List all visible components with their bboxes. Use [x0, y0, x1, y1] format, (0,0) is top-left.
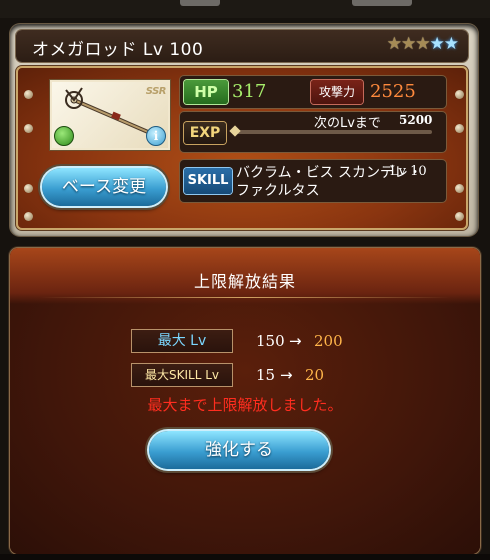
uncap-stars: ★★★★★	[386, 34, 459, 54]
max-lv-old: 150	[256, 332, 285, 350]
max-skill-label: 最大SKILL Lv	[132, 364, 232, 386]
star-gold-icon: ★	[386, 34, 402, 54]
rivet-icon	[455, 212, 464, 221]
info-icon[interactable]: i	[146, 126, 166, 146]
max-skill-new: 20	[305, 366, 325, 384]
exp-caption: 次のLvまで	[314, 116, 381, 131]
max-skill-old: 15	[256, 366, 276, 384]
star-blue-icon: ★	[443, 34, 459, 54]
enhance-button[interactable]: 強化する	[149, 431, 329, 469]
max-lv-label: 最大 Lv	[132, 330, 232, 352]
hp-value: 317	[232, 81, 267, 102]
top-tab-left[interactable]	[180, 0, 220, 6]
hp-label: HP	[184, 80, 228, 104]
weapon-name: オメガロッド Lv 100	[32, 40, 204, 60]
rivet-icon	[455, 124, 464, 133]
rivet-icon	[455, 90, 464, 99]
weapon-thumbnail[interactable]: SSR i	[50, 80, 170, 150]
skill-label: SKILL	[184, 168, 232, 194]
exp-label: EXP	[184, 122, 226, 144]
star-gold-icon: ★	[415, 34, 430, 54]
wind-element-icon	[54, 126, 74, 146]
skill-level: Lv 10	[390, 164, 427, 179]
rivet-icon	[24, 212, 33, 221]
result-message: 最大まで上限解放しました。	[147, 396, 343, 414]
exp-bar	[236, 130, 432, 134]
star-gold-icon: ★	[401, 34, 416, 54]
max-lv-new: 200	[314, 332, 343, 350]
arrow-right-icon: →	[280, 366, 293, 384]
bottom-strip	[0, 554, 490, 560]
dialog-title: 上限解放結果	[193, 272, 296, 291]
attack-value: 2525	[370, 81, 416, 102]
top-tab-right[interactable]	[352, 0, 412, 6]
rivet-icon	[24, 184, 33, 193]
arrow-right-icon: →	[289, 332, 302, 350]
change-base-button[interactable]: ベース変更	[42, 168, 166, 206]
rivet-icon	[24, 124, 33, 133]
dialog-divider	[40, 297, 450, 298]
rivet-icon	[24, 90, 33, 99]
weapon-name-bar: オメガロッド Lv 100 ★★★★★	[16, 30, 468, 62]
star-blue-icon: ★	[429, 34, 445, 54]
top-strip	[0, 0, 490, 18]
rivet-icon	[455, 184, 464, 193]
rarity-badge: SSR	[145, 86, 167, 97]
attack-label: 攻撃力	[311, 80, 363, 104]
exp-value: 5200	[399, 113, 433, 127]
